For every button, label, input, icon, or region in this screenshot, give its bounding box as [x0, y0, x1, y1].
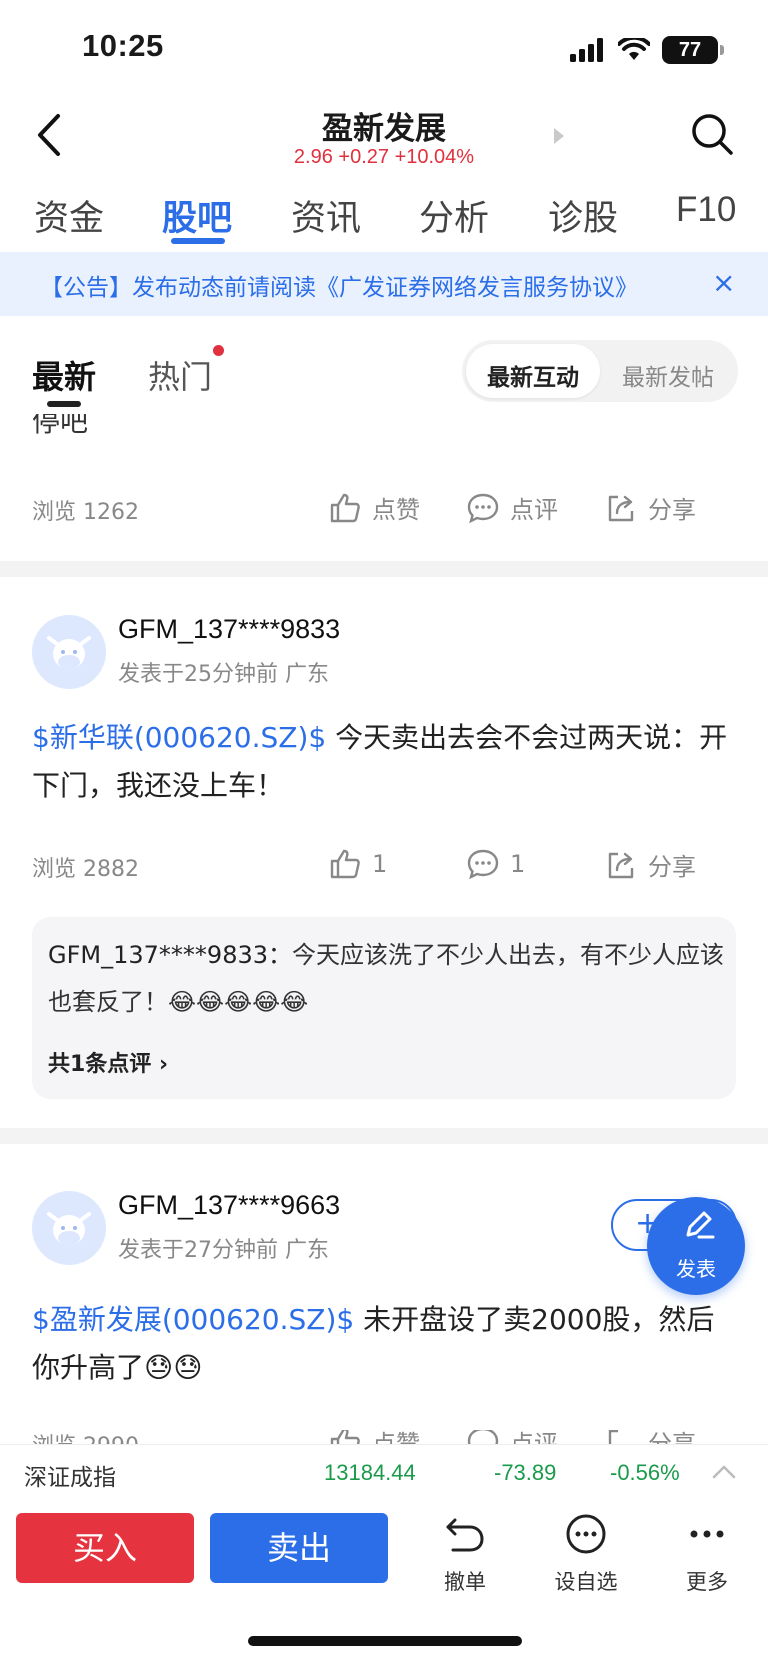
clipped-action-row: 浏览 2990 点赞 点评 分享 [0, 1430, 768, 1444]
tab-analysis[interactable]: 分析 [419, 190, 489, 241]
share-button[interactable]: 分享 [604, 847, 696, 882]
search-icon[interactable] [690, 112, 734, 156]
share-icon [608, 495, 634, 521]
index-change-pct: -0.56% [610, 1460, 680, 1485]
comment-label: 点评 [510, 496, 558, 524]
like-button[interactable]: 点赞 [328, 490, 420, 525]
buy-button[interactable]: 买入 [16, 1513, 194, 1583]
index-change: -73.89 [494, 1460, 557, 1485]
like-label: 点赞 [372, 1430, 420, 1444]
cow-avatar-icon [47, 1212, 91, 1245]
share-button[interactable]: 分享 [604, 1430, 696, 1444]
sort-latest-post[interactable]: 最新发帖 [600, 358, 736, 392]
pen-icon [686, 1211, 715, 1239]
comment-count: 1 [510, 850, 526, 878]
comment-icon [467, 493, 499, 523]
status-icons: 77 [570, 36, 724, 64]
tab-diagnosis[interactable]: 诊股 [548, 190, 618, 241]
view-count: 浏览 1262 [32, 500, 139, 525]
more-circle-icon [566, 1514, 606, 1554]
share-button[interactable]: 分享 [604, 490, 696, 525]
username[interactable]: GFM_137****9663 [118, 1190, 340, 1221]
notice-text[interactable]: 【公告】发布动态前请阅读《广发证券网络发言服务协议》 [40, 268, 638, 302]
cancel-order-button[interactable]: 撤单 [415, 1512, 515, 1596]
stock-quote: 2.96 +0.27 +10.04% [293, 146, 475, 168]
post-text-partial: 停吧 [32, 414, 89, 438]
battery-icon: 77 [662, 36, 724, 64]
sell-button[interactable]: 卖出 [210, 1513, 388, 1583]
share-icon [608, 852, 634, 878]
view-all-comments-link[interactable]: 共1条点评 › [48, 1046, 168, 1078]
add-watchlist-button[interactable]: 设自选 [536, 1512, 636, 1596]
tab-news[interactable]: 资讯 [291, 190, 361, 241]
post-separator [0, 1128, 768, 1144]
close-icon[interactable]: × [712, 266, 735, 299]
post-content[interactable]: $新华联(000620.SZ)$ 今天卖出去会不会过两天说：开下门，我还没上车！ [32, 714, 732, 810]
more-label: 更多 [686, 1570, 728, 1594]
share-label: 分享 [648, 1430, 696, 1444]
stock-link[interactable]: $新华联(000620.SZ)$ [32, 721, 326, 754]
share-label: 分享 [648, 496, 696, 524]
share-label: 分享 [648, 853, 696, 881]
cow-avatar-icon [47, 636, 91, 669]
post-content[interactable]: $盈新发展(000620.SZ)$ 未开盘设了卖2000股，然后你升高了😓😓 [32, 1296, 732, 1392]
post-meta: 发表于25分钟前 广东 [118, 662, 329, 687]
like-button[interactable]: 1 [328, 847, 387, 881]
avatar[interactable] [32, 615, 106, 689]
compose-label[interactable]: 发表 [647, 1253, 745, 1282]
cancel-order-label: 撤单 [444, 1570, 486, 1594]
status-time: 10:25 [82, 28, 164, 63]
tab-underline [171, 238, 225, 244]
new-badge-dot [213, 345, 224, 356]
thumbs-up-icon [330, 493, 360, 522]
more-button[interactable]: 更多 [657, 1512, 757, 1596]
next-stock-icon[interactable] [554, 128, 564, 144]
page-title: 盈新发展 [322, 111, 446, 147]
post-separator [0, 561, 768, 577]
comment-preview-text: GFM_137****9833：今天应该洗了不少人出去，有不少人应该也套反了！😂… [48, 932, 724, 1026]
tab-f10[interactable]: F10 [676, 190, 736, 230]
subtab-hot[interactable]: 热门 [148, 352, 212, 398]
view-count: 浏览 2882 [32, 857, 139, 882]
stock-link[interactable]: $盈新发展(000620.SZ)$ [32, 1303, 354, 1336]
comment-label: 点评 [510, 1430, 558, 1444]
comment-icon [467, 1430, 499, 1444]
index-value: 13184.44 [324, 1460, 416, 1485]
tab-funds[interactable]: 资金 [34, 190, 104, 241]
subtab-latest[interactable]: 最新 [32, 352, 96, 398]
signal-icon [570, 38, 603, 62]
share-icon [608, 1430, 618, 1444]
view-count: 浏览 2990 [32, 1430, 139, 1444]
username[interactable]: GFM_137****9833 [118, 614, 340, 645]
avatar[interactable] [32, 1191, 106, 1265]
chevron-up-icon[interactable] [710, 1458, 738, 1486]
thumbs-up-icon [330, 1430, 360, 1444]
subtab-underline [47, 401, 81, 407]
like-label: 点赞 [372, 496, 420, 524]
ellipsis-icon [690, 1530, 724, 1538]
sort-latest-interaction[interactable]: 最新互动 [466, 358, 600, 392]
post-meta: 发表于27分钟前 广东 [118, 1238, 329, 1263]
like-button[interactable]: 点赞 [328, 1430, 420, 1444]
home-indicator[interactable] [248, 1636, 522, 1646]
comment-author[interactable]: GFM_137****9833： [48, 941, 292, 969]
thumbs-up-icon [330, 849, 360, 879]
like-count: 1 [372, 850, 388, 878]
comment-button[interactable]: 点评 [466, 1430, 558, 1444]
top-tab-bar: 资金 股吧 资讯 分析 诊股 F10 [0, 190, 768, 240]
add-watchlist-label: 设自选 [554, 1570, 618, 1594]
undo-icon [446, 1518, 484, 1552]
comment-icon [467, 849, 499, 880]
index-name: 深证成指 [24, 1465, 116, 1491]
tab-forum[interactable]: 股吧 [162, 190, 232, 241]
comment-button[interactable]: 1 [466, 847, 525, 881]
comment-button[interactable]: 点评 [466, 490, 558, 525]
wifi-icon [618, 38, 650, 60]
